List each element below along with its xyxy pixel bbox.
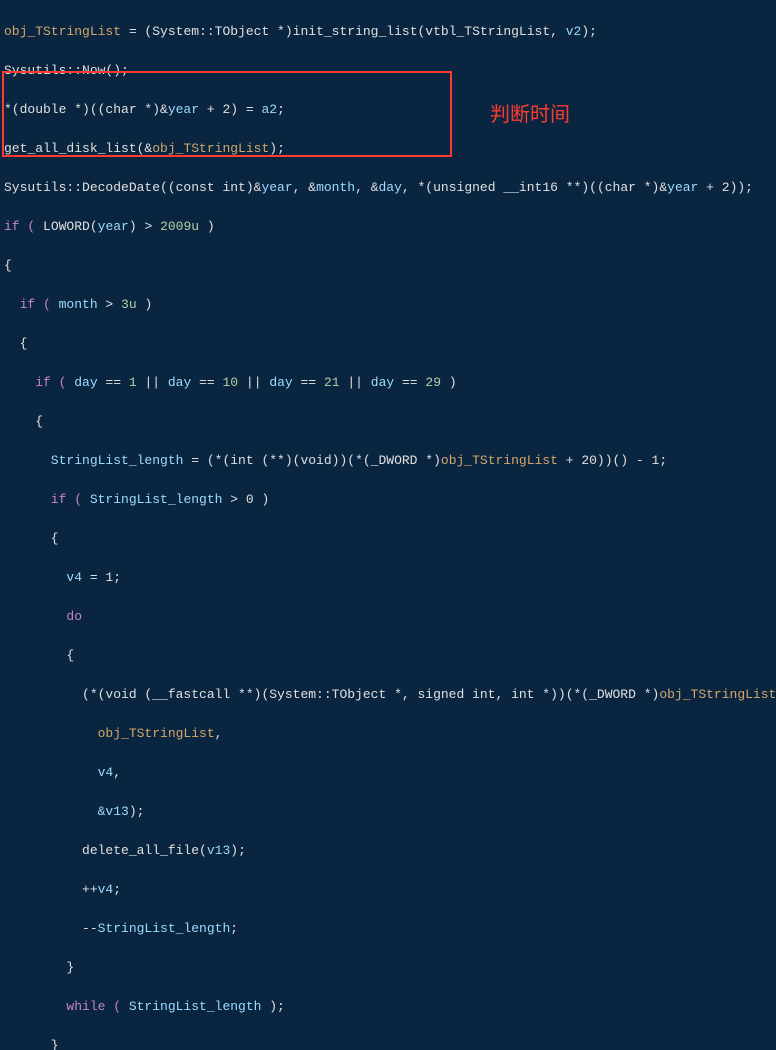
code-line: &v13);: [4, 802, 772, 822]
code-line: while ( StringList_length );: [4, 997, 772, 1017]
code-line: StringList_length = (*(int (**)(void))(*…: [4, 451, 772, 471]
code-line: if ( LOWORD(year) > 2009u ): [4, 217, 772, 237]
annotation-label: 判断时间: [490, 100, 570, 130]
code-line: get_all_disk_list(&obj_TStringList);: [4, 139, 772, 159]
code-line: delete_all_file(v13);: [4, 841, 772, 861]
code-line: {: [4, 256, 772, 276]
code-line: {: [4, 646, 772, 666]
code-line: {: [4, 529, 772, 549]
decompiled-code-view: obj_TStringList = (System::TObject *)ini…: [0, 2, 776, 1050]
code-line: --StringList_length;: [4, 919, 772, 939]
code-line: ++v4;: [4, 880, 772, 900]
code-line: }: [4, 958, 772, 978]
code-line: {: [4, 412, 772, 432]
code-line: v4,: [4, 763, 772, 783]
code-line: if ( month > 3u ): [4, 295, 772, 315]
code-line: }: [4, 1036, 772, 1050]
code-line: v4 = 1;: [4, 568, 772, 588]
code-line: obj_TStringList = (System::TObject *)ini…: [4, 22, 772, 42]
code-line: *(double *)((char *)&year + 2) = a2;: [4, 100, 772, 120]
code-line: if ( day == 1 || day == 10 || day == 21 …: [4, 373, 772, 393]
code-line: {: [4, 334, 772, 354]
code-line: (*(void (__fastcall **)(System::TObject …: [4, 685, 772, 705]
code-line: Sysutils::Now();: [4, 61, 772, 81]
code-line: Sysutils::DecodeDate((const int)&year, &…: [4, 178, 772, 198]
code-line: do: [4, 607, 772, 627]
code-line: obj_TStringList,: [4, 724, 772, 744]
code-line: if ( StringList_length > 0 ): [4, 490, 772, 510]
identifier: obj_TStringList: [4, 24, 121, 39]
